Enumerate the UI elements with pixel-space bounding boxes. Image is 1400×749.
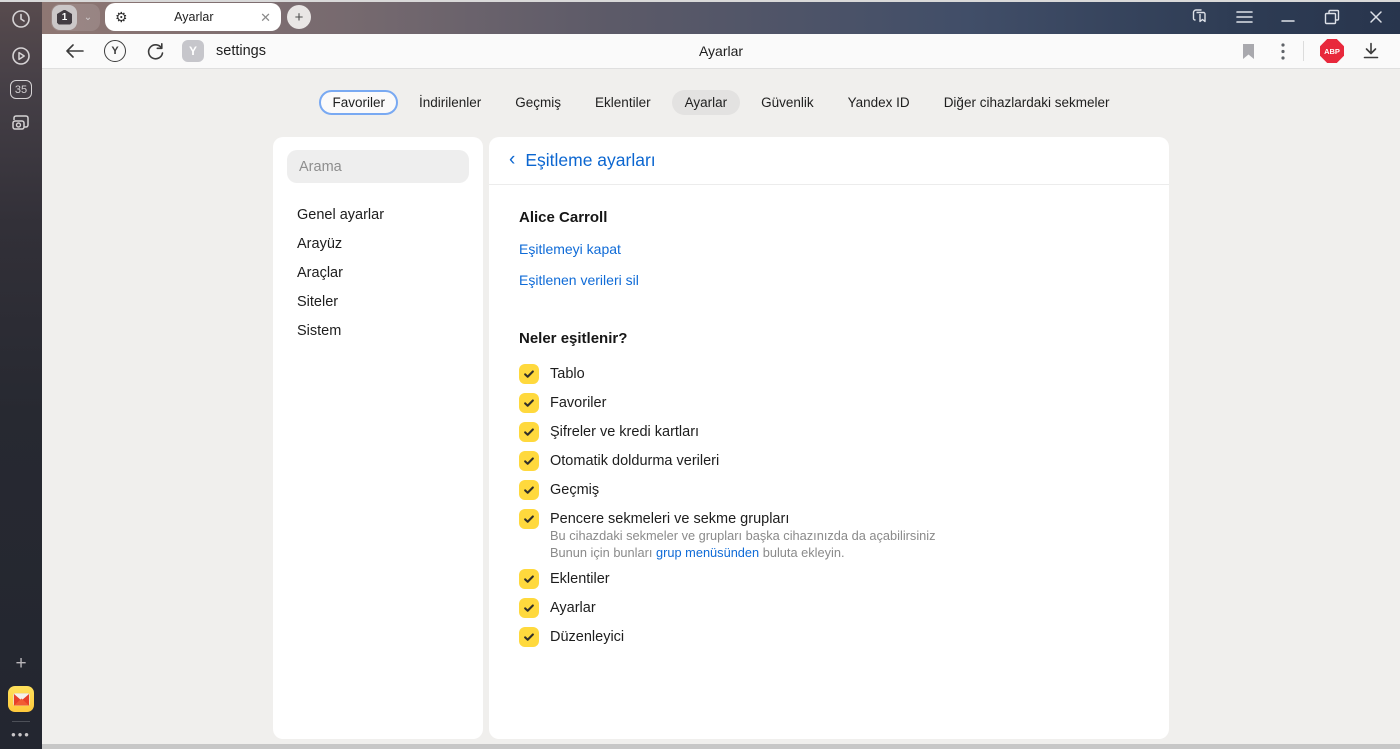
- back-button[interactable]: [62, 44, 86, 58]
- tab-counter-value: 1: [57, 9, 72, 25]
- sync-item-favoriler: Favoriler: [519, 393, 1139, 413]
- check-label: Düzenleyici: [550, 629, 625, 645]
- settings-gear-icon: ⚙: [115, 9, 128, 25]
- tab-groups-panel-icon[interactable]: [1190, 7, 1210, 27]
- tab-counter[interactable]: 1: [52, 4, 77, 30]
- sync-item-sifreler: Şifreler ve kredi kartları: [519, 422, 1139, 442]
- tab-group-chevron-icon[interactable]: ⌄: [77, 12, 99, 23]
- address-bar-menu-icon[interactable]: [1263, 42, 1303, 60]
- nav-tab-eklentiler[interactable]: Eklentiler: [582, 90, 664, 115]
- sidebar-item-genel-ayarlar[interactable]: Genel ayarlar: [287, 200, 469, 229]
- check-label: Eklentiler: [550, 571, 610, 587]
- browser-window: 35 + ••• 1 ⌄ ⚙ Ayarlar ✕ + Y Y settings …: [0, 0, 1400, 749]
- page-favicon: Y: [182, 40, 204, 62]
- checkbox-eklentiler[interactable]: [519, 569, 539, 589]
- tab-group-button[interactable]: 1 ⌄: [51, 3, 100, 31]
- sync-settings-header[interactable]: ‹ Eşitleme ayarları: [489, 137, 1169, 185]
- close-window-button[interactable]: [1366, 7, 1386, 27]
- minimize-button[interactable]: [1278, 7, 1298, 27]
- description-line2-suffix: buluta ekleyin.: [759, 545, 845, 560]
- history-clock-icon[interactable]: [8, 6, 34, 32]
- settings-page: Favoriler İndirilenler Geçmiş Eklentiler…: [42, 70, 1400, 749]
- settings-menu: Genel ayarlar Arayüz Araçlar Siteler Sis…: [287, 200, 469, 345]
- address-bar-separator: [1303, 41, 1304, 61]
- checkbox-otomatik-doldurma[interactable]: [519, 451, 539, 471]
- disable-sync-link[interactable]: Eşitlemeyi kapat: [519, 241, 1139, 257]
- nav-tab-favoriler[interactable]: Favoriler: [319, 90, 398, 115]
- checkbox-gecmis[interactable]: [519, 480, 539, 500]
- sync-item-eklentiler: Eklentiler: [519, 569, 1139, 589]
- checkbox-pencere-sekmeleri[interactable]: [519, 509, 539, 529]
- check-label: Şifreler ve kredi kartları: [550, 424, 700, 440]
- checkbox-duzenleyici[interactable]: [519, 627, 539, 647]
- sync-item-pencere-sekmeleri: Pencere sekmeleri ve sekme grupları: [519, 509, 1139, 529]
- more-options-icon[interactable]: •••: [11, 728, 31, 741]
- sync-item-gecmis: Geçmiş: [519, 480, 1139, 500]
- back-chevron-icon[interactable]: ‹: [509, 150, 515, 169]
- titlebar: 1 ⌄ ⚙ Ayarlar ✕ +: [42, 0, 1400, 34]
- nav-tab-gecmis[interactable]: Geçmiş: [502, 90, 574, 115]
- section-title: Neler eşitlenir?: [519, 330, 628, 347]
- tab-title: Ayarlar: [174, 10, 214, 24]
- sidebar-item-araclar[interactable]: Araçlar: [287, 258, 469, 287]
- nav-tab-diger-cihazlar[interactable]: Diğer cihazlardaki sekmeler: [931, 90, 1123, 115]
- description-line1: Bu cihazdaki sekmeler ve grupları başka …: [550, 528, 936, 543]
- nav-tab-yandex-id[interactable]: Yandex ID: [835, 90, 923, 115]
- yandex-protect-icon[interactable]: Y: [104, 40, 126, 62]
- yandex-mail-icon[interactable]: [8, 686, 34, 712]
- check-label: Tablo: [550, 366, 585, 382]
- sidebar-item-siteler[interactable]: Siteler: [287, 287, 469, 316]
- page-title: Eşitleme ayarları: [525, 150, 656, 170]
- check-label: Ayarlar: [550, 600, 596, 616]
- sidebar-rail: 35 + •••: [0, 0, 42, 749]
- check-label: Geçmiş: [550, 482, 600, 498]
- browser-tab-ayarlar[interactable]: ⚙ Ayarlar ✕: [105, 3, 281, 31]
- new-tab-button[interactable]: +: [287, 5, 311, 29]
- check-label: Favoriler: [550, 395, 607, 411]
- nav-tab-guvenlik[interactable]: Güvenlik: [748, 90, 827, 115]
- sidebar-item-sistem[interactable]: Sistem: [287, 316, 469, 345]
- url-text[interactable]: settings: [216, 43, 266, 59]
- sync-settings-body: Alice Carroll Eşitlemeyi kapat Eşitlenen…: [489, 185, 1169, 680]
- check-label: Pencere sekmeleri ve sekme grupları: [550, 511, 790, 527]
- rail-divider: [12, 721, 30, 722]
- bottom-scrollbar-strip[interactable]: [42, 744, 1400, 749]
- counter-badge-icon[interactable]: 35: [10, 80, 32, 99]
- restore-button[interactable]: [1322, 7, 1342, 27]
- bookmark-flag-icon[interactable]: [1233, 43, 1263, 60]
- checkbox-ayarlar[interactable]: [519, 598, 539, 618]
- settings-sidebar-panel: Genel ayarlar Arayüz Araçlar Siteler Sis…: [273, 137, 483, 739]
- reload-button[interactable]: [143, 42, 167, 61]
- group-menu-link[interactable]: grup menüsünden: [656, 545, 759, 560]
- search-input[interactable]: [287, 150, 469, 183]
- nav-tab-ayarlar[interactable]: Ayarlar: [671, 90, 741, 115]
- sidebar-item-arayuz[interactable]: Arayüz: [287, 229, 469, 258]
- settings-nav-tabs: Favoriler İndirilenler Geçmiş Eklentiler…: [42, 70, 1400, 115]
- screenshot-icon[interactable]: [8, 110, 34, 136]
- browser-menu-icon[interactable]: [1234, 7, 1254, 27]
- delete-synced-data-link[interactable]: Eşitlenen verileri sil: [519, 272, 1139, 288]
- play-media-icon[interactable]: [8, 43, 34, 69]
- add-panel-button[interactable]: +: [8, 651, 34, 677]
- adblock-plus-icon[interactable]: ABP: [1320, 39, 1344, 63]
- address-bar[interactable]: Y Y settings Ayarlar ABP: [42, 34, 1400, 69]
- checkbox-tablo[interactable]: [519, 364, 539, 384]
- check-label: Otomatik doldurma verileri: [550, 453, 720, 469]
- checkbox-favoriler[interactable]: [519, 393, 539, 413]
- sync-settings-panel: ‹ Eşitleme ayarları Alice Carroll Eşitle…: [489, 137, 1169, 739]
- checkbox-sifreler[interactable]: [519, 422, 539, 442]
- downloads-icon[interactable]: [1358, 42, 1384, 60]
- sync-item-ayarlar: Ayarlar: [519, 598, 1139, 618]
- account-name: Alice Carroll: [519, 209, 608, 226]
- sync-item-duzenleyici: Düzenleyici: [519, 627, 1139, 647]
- description-line2-prefix: Bunun için bunları: [550, 545, 656, 560]
- sync-item-otomatik-doldurma: Otomatik doldurma verileri: [519, 451, 1139, 471]
- window-top-edge: [0, 0, 1400, 2]
- sync-item-tablo: Tablo: [519, 364, 1139, 384]
- nav-tab-indirilenler[interactable]: İndirilenler: [406, 90, 494, 115]
- pencere-sekmeleri-description: Bu cihazdaki sekmeler ve grupları başka …: [550, 527, 1139, 561]
- tab-close-icon[interactable]: ✕: [260, 11, 271, 24]
